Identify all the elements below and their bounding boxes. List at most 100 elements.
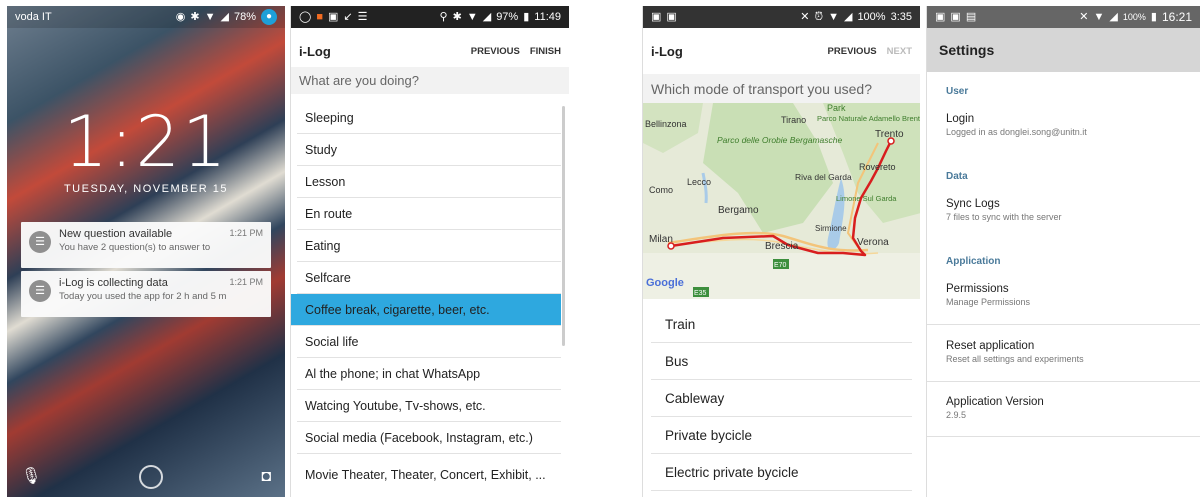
map-label: Parco delle Orobie Bergamasche: [717, 135, 842, 145]
list-item-selected[interactable]: Coffee break, cigarette, beer, etc.: [291, 294, 561, 326]
previous-button[interactable]: PREVIOUS: [828, 46, 877, 57]
bluetooth-icon: ✱: [190, 10, 200, 23]
signal-icon: ◢: [1109, 10, 1118, 23]
notification-time: 1:21 PM: [229, 277, 263, 287]
list-item[interactable]: Al the phone; in chat WhatsApp: [297, 358, 561, 390]
list-item[interactable]: Movie Theater, Theater, Concert, Exhibit…: [297, 454, 561, 497]
finish-button[interactable]: FINISH: [530, 46, 561, 57]
battery-label: 100%: [857, 11, 886, 23]
transport-screen: ▣ ▣ ✕ ⏰︎ ▼ ◢ 100% 3:35 i-Log PREVIOUS NE…: [642, 6, 920, 497]
map-label: Como: [649, 185, 673, 195]
list-item[interactable]: Eating: [297, 230, 561, 262]
notification-text: Today you used the app for 2 h and 5 m: [59, 291, 227, 302]
notification-title: New question available: [59, 228, 173, 240]
notification-new-question[interactable]: ☰ New question available 1:21 PM You hav…: [21, 222, 271, 268]
lock-date: TUESDAY, NOVEMBER 15: [63, 183, 229, 195]
user-avatar-icon[interactable]: ●: [261, 9, 277, 25]
list-item[interactable]: Social media (Facebook, Instagram, etc.): [297, 422, 561, 454]
setting-title: Login: [946, 113, 975, 125]
list-item[interactable]: Bus: [651, 343, 912, 380]
wifi-icon: ▼: [204, 10, 216, 23]
location-icon: ◉: [175, 10, 186, 23]
list-item[interactable]: Selfcare: [297, 262, 561, 294]
signal-icon: ◢: [482, 10, 492, 23]
map-label: Trento: [875, 129, 904, 140]
map-label: Bellinzona: [645, 119, 687, 129]
list-item[interactable]: Cableway: [651, 380, 912, 417]
status-bar: ◯ ■ ▣ ↙ ☰ ⚲ ✱ ▼ ◢ 97% ▮ 11:49: [291, 6, 569, 28]
list-item[interactable]: Private bycicle: [651, 417, 912, 454]
setting-title: Application Version: [946, 396, 1044, 408]
app-bar: i-Log PREVIOUS NEXT: [643, 28, 920, 74]
route-map[interactable]: Park Tirano Parco Naturale Adamello Bren…: [643, 103, 920, 299]
microphone-icon[interactable]: 🎙︎: [21, 469, 41, 485]
camera-icon[interactable]: ◘: [261, 469, 271, 485]
lock-bottom-bar: 🎙︎ ◘: [7, 465, 285, 489]
clock-label: 3:35: [890, 11, 912, 23]
ilog-app-icon: ☰: [29, 280, 51, 302]
list-item[interactable]: Train: [651, 306, 912, 343]
setting-permissions[interactable]: Permissions Manage Permissions: [946, 283, 1200, 307]
notification-collecting-data[interactable]: ☰ i-Log is collecting data 1:21 PM Today…: [21, 271, 271, 317]
list-item[interactable]: Watcing Youtube, Tv-shows, etc.: [297, 390, 561, 422]
setting-title: Permissions: [946, 283, 1009, 295]
transport-list: Train Bus Cableway Private bycicle Elect…: [643, 306, 920, 497]
setting-subtitle: Manage Permissions: [946, 297, 1031, 307]
settings-title: Settings: [927, 28, 1200, 72]
setting-title: Reset application: [946, 340, 1035, 352]
list-item[interactable]: Sleeping: [297, 102, 561, 134]
mute-icon: ✕: [800, 10, 810, 23]
list-item[interactable]: Electric private bycicle: [651, 454, 912, 491]
next-button[interactable]: NEXT: [887, 46, 912, 57]
setting-subtitle: 7 files to sync with the server: [946, 212, 1062, 222]
setting-sync-logs[interactable]: Sync Logs 7 files to sync with the serve…: [946, 198, 1200, 222]
battery-label: 78%: [233, 11, 256, 23]
wifi-icon: ▼: [1093, 10, 1105, 23]
setting-application-version[interactable]: Application Version 2.9.5: [946, 396, 1200, 420]
google-logo: Google: [646, 277, 684, 289]
map-canvas: Park Tirano Parco Naturale Adamello Bren…: [643, 103, 920, 299]
previous-button[interactable]: PREVIOUS: [471, 46, 520, 57]
question-text: What are you doing?: [291, 67, 569, 94]
map-label: Sirmione: [815, 224, 847, 233]
ilog-app-icon: ☰: [29, 231, 51, 253]
status-bar: ▣ ▣ ✕ ⏰︎ ▼ ◢ 100% 3:35: [643, 6, 920, 28]
status-bar: voda IT ◉ ✱ ▼ ◢ 78% ●: [7, 6, 285, 28]
map-label: Tirano: [781, 115, 806, 125]
signal-icon: ◢: [220, 10, 229, 23]
wifi-icon: ▼: [466, 10, 478, 23]
question-text: Which mode of transport you used?: [643, 74, 920, 103]
notification-title: i-Log is collecting data: [59, 277, 168, 289]
clock-label: 11:49: [534, 11, 561, 23]
lock-clock: 1:21: [63, 101, 229, 183]
map-label: Lecco: [687, 177, 711, 187]
section-header-user: User: [946, 86, 969, 97]
map-label: Park: [827, 103, 846, 113]
map-label: Rovereto: [859, 162, 896, 172]
image-icon: ▣: [666, 10, 677, 23]
fingerprint-icon[interactable]: [139, 465, 164, 489]
setting-subtitle: 2.9.5: [946, 410, 967, 420]
battery-icon: ▮: [523, 10, 530, 23]
app-title: i-Log: [651, 43, 683, 59]
setting-reset-application[interactable]: Reset application Reset all settings and…: [946, 340, 1200, 364]
map-label: Brescia: [765, 241, 799, 252]
setting-login[interactable]: Login Logged in as donglei.song@unitn.it: [946, 113, 1200, 137]
map-label: Milan: [649, 234, 673, 245]
divider: [927, 436, 1200, 437]
list-item[interactable]: Lesson: [297, 166, 561, 198]
carrier-label: voda IT: [15, 11, 52, 23]
setting-title: Sync Logs: [946, 198, 1000, 210]
list-item[interactable]: Study: [297, 134, 561, 166]
app-notification-icon: ■: [316, 10, 323, 23]
activity-screen: ◯ ■ ▣ ↙ ☰ ⚲ ✱ ▼ ◢ 97% ▮ 11:49 i-Log PREV…: [290, 6, 569, 497]
road-badge: E70: [774, 262, 787, 269]
notification-time: 1:21 PM: [229, 228, 263, 238]
divider: [927, 324, 1200, 325]
bluetooth-icon: ✱: [452, 10, 462, 23]
download-icon: ▤: [965, 10, 977, 23]
list-item[interactable]: Social life: [297, 326, 561, 358]
map-label: Limone Sul Garda: [836, 194, 897, 203]
road-badge: E35: [694, 290, 707, 297]
list-item[interactable]: En route: [297, 198, 561, 230]
